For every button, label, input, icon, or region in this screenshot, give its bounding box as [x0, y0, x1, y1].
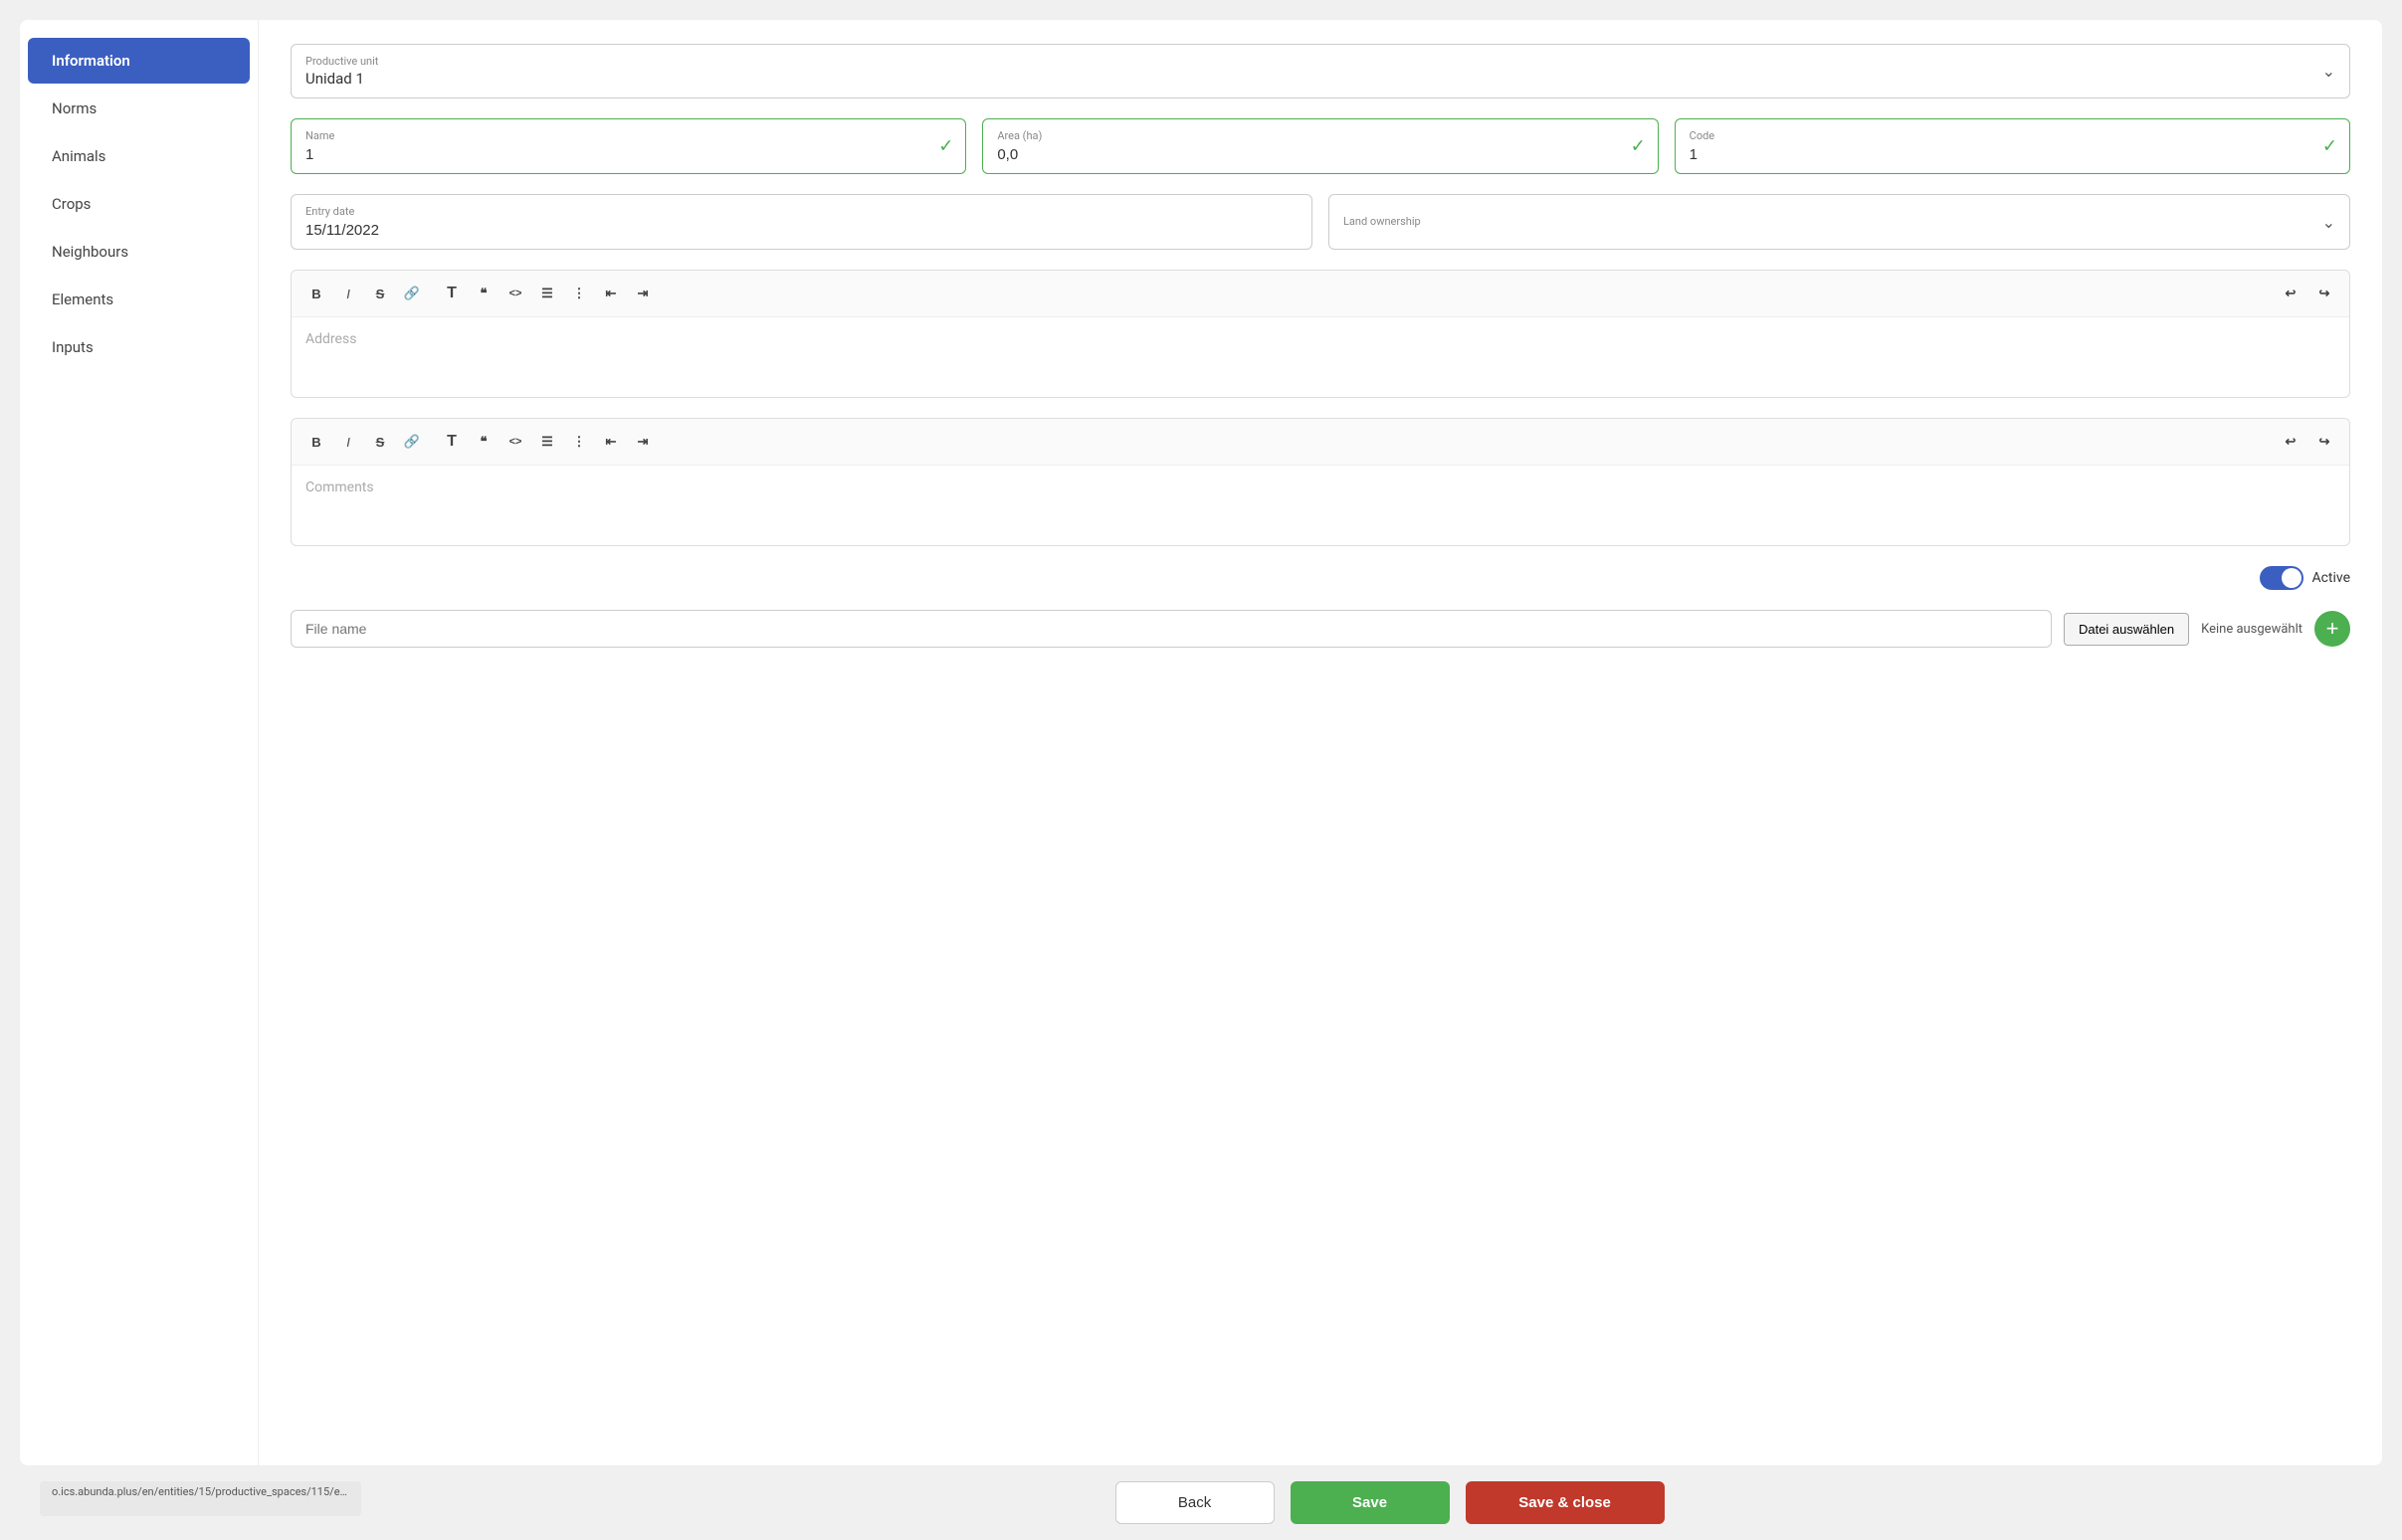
address-history-group: ↩ ↪ [2276, 279, 2339, 308]
productive-unit-value: Unidad 1 [305, 70, 364, 88]
name-field-box: Name ✓ [291, 118, 966, 174]
name-label: Name [305, 129, 951, 142]
productive-unit-label: Productive unit [305, 55, 378, 68]
sidebar-item-animals[interactable]: Animals [28, 133, 250, 179]
address-ul-button[interactable]: ☰ [532, 279, 562, 308]
footer: o.ics.abunda.plus/en/entities/15/product… [0, 1465, 2402, 1540]
comments-toolbar: B I S 🔗 T ❝ <> ☰ ⋮ ⇤ ⇥ [292, 419, 2349, 466]
comments-code-button[interactable]: <> [500, 427, 530, 457]
area-check-icon: ✓ [1631, 136, 1646, 157]
sidebar-item-elements[interactable]: Elements [28, 277, 250, 322]
sidebar-item-inputs[interactable]: Inputs [28, 324, 250, 370]
save-close-button[interactable]: Save & close [1466, 1481, 1665, 1524]
address-redo-button[interactable]: ↪ [2309, 279, 2339, 308]
url-bar: o.ics.abunda.plus/en/entities/15/product… [40, 1481, 361, 1516]
comments-italic-button[interactable]: I [333, 427, 363, 457]
comments-placeholder: Comments [305, 480, 374, 495]
sidebar-item-information[interactable]: Information [28, 38, 250, 84]
comments-format-group: B I S 🔗 [301, 427, 427, 457]
name-input[interactable] [305, 146, 951, 163]
comments-rte: B I S 🔗 T ❝ <> ☰ ⋮ ⇤ ⇥ [291, 418, 2350, 546]
active-toggle-wrapper: Active [2260, 566, 2350, 590]
address-undo-button[interactable]: ↩ [2276, 279, 2305, 308]
comments-redo-button[interactable]: ↪ [2309, 427, 2339, 457]
comments-ol-button[interactable]: ⋮ [564, 427, 594, 457]
land-ownership-chevron-icon: ⌄ [2322, 213, 2335, 232]
address-ol-button[interactable]: ⋮ [564, 279, 594, 308]
area-field-box: Area (ha) ✓ [982, 118, 1658, 174]
code-label: Code [1690, 129, 2335, 142]
code-input[interactable] [1690, 146, 2335, 163]
chevron-down-icon: ⌄ [2322, 62, 2335, 81]
comments-indent-left-button[interactable]: ⇤ [596, 427, 626, 457]
productive-unit-select[interactable]: Productive unit Unidad 1 ⌄ [291, 44, 2350, 98]
file-choose-button[interactable]: Datei auswählen [2064, 613, 2189, 646]
code-field-box: Code ✓ [1675, 118, 2350, 174]
file-row: Datei auswählen Keine ausgewählt + [291, 610, 2350, 648]
active-toggle[interactable] [2260, 566, 2303, 590]
comments-block-group: T ❝ <> ☰ ⋮ ⇤ ⇥ [437, 427, 658, 457]
comments-bold-button[interactable]: B [301, 427, 331, 457]
address-strikethrough-button[interactable]: S [365, 279, 395, 308]
main-content: Productive unit Unidad 1 ⌄ Name ✓ Area (… [259, 20, 2382, 1465]
address-placeholder: Address [305, 331, 356, 347]
add-file-button[interactable]: + [2314, 611, 2350, 647]
file-name-input[interactable] [291, 610, 2052, 648]
productive-unit-row: Productive unit Unidad 1 ⌄ [291, 44, 2350, 98]
active-row: Active [291, 566, 2350, 590]
back-button[interactable]: Back [1115, 1481, 1275, 1524]
address-content[interactable]: Address [292, 317, 2349, 397]
address-rte: B I S 🔗 T ❝ <> ☰ ⋮ ⇤ ⇥ [291, 270, 2350, 398]
address-indent-right-button[interactable]: ⇥ [628, 279, 658, 308]
address-indent-left-button[interactable]: ⇤ [596, 279, 626, 308]
sidebar-item-neighbours[interactable]: Neighbours [28, 229, 250, 275]
address-italic-button[interactable]: I [333, 279, 363, 308]
address-blockquote-button[interactable]: ❝ [469, 279, 499, 308]
address-bold-button[interactable]: B [301, 279, 331, 308]
comments-textsize-button[interactable]: T [437, 427, 467, 457]
name-check-icon: ✓ [938, 136, 953, 157]
area-input[interactable] [997, 146, 1643, 163]
entry-date-field-box: Entry date [291, 194, 1312, 250]
date-ownership-row: Entry date Land ownership ⌄ [291, 194, 2350, 250]
active-label: Active [2311, 570, 2350, 586]
comments-undo-button[interactable]: ↩ [2276, 427, 2305, 457]
comments-blockquote-button[interactable]: ❝ [469, 427, 499, 457]
address-code-button[interactable]: <> [500, 279, 530, 308]
area-label: Area (ha) [997, 129, 1643, 142]
entry-date-input[interactable] [305, 222, 1298, 239]
sidebar-item-crops[interactable]: Crops [28, 181, 250, 227]
file-no-chosen-text: Keine ausgewählt [2201, 622, 2302, 637]
address-toolbar: B I S 🔗 T ❝ <> ☰ ⋮ ⇤ ⇥ [292, 271, 2349, 317]
entry-date-label: Entry date [305, 205, 1298, 218]
comments-link-button[interactable]: 🔗 [397, 427, 427, 457]
comments-indent-right-button[interactable]: ⇥ [628, 427, 658, 457]
save-button[interactable]: Save [1291, 1481, 1450, 1524]
comments-strikethrough-button[interactable]: S [365, 427, 395, 457]
address-link-button[interactable]: 🔗 [397, 279, 427, 308]
code-check-icon: ✓ [2322, 136, 2337, 157]
comments-content[interactable]: Comments [292, 466, 2349, 545]
comments-history-group: ↩ ↪ [2276, 427, 2339, 457]
address-textsize-button[interactable]: T [437, 279, 467, 308]
address-block-group: T ❝ <> ☰ ⋮ ⇤ ⇥ [437, 279, 658, 308]
sidebar: Information Norms Animals Crops Neighbou… [20, 20, 259, 1465]
comments-ul-button[interactable]: ☰ [532, 427, 562, 457]
address-format-group: B I S 🔗 [301, 279, 427, 308]
land-ownership-select[interactable]: Land ownership ⌄ [1328, 194, 2350, 250]
sidebar-item-norms[interactable]: Norms [28, 86, 250, 131]
land-ownership-label: Land ownership [1343, 215, 1421, 228]
name-area-code-group: Name ✓ Area (ha) ✓ Code ✓ [291, 118, 2350, 174]
